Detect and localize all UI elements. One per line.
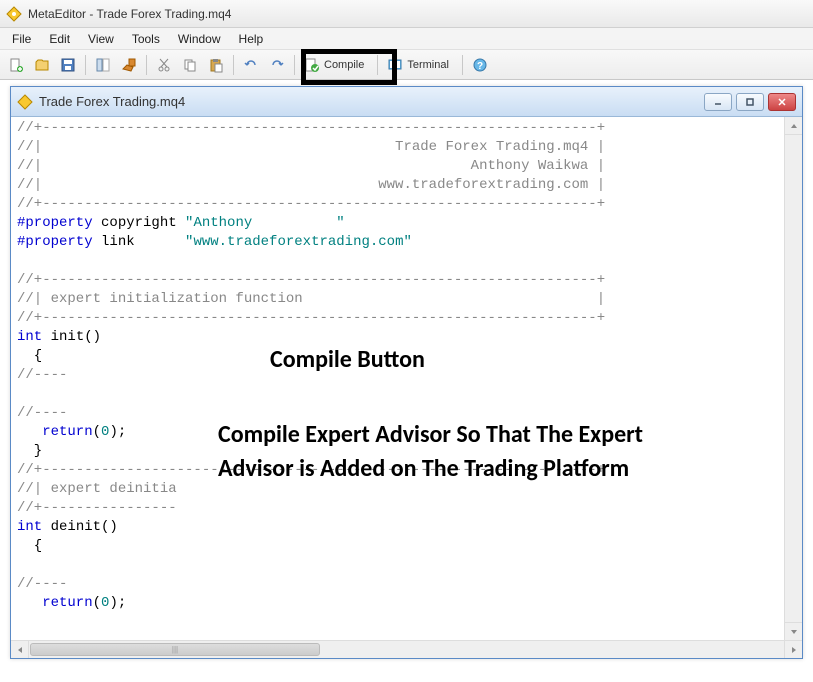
window-controls xyxy=(704,93,796,111)
toolbar-separator xyxy=(377,55,378,75)
menu-window[interactable]: Window xyxy=(170,30,229,48)
toolbox-button[interactable] xyxy=(117,53,141,77)
app-title-bar: MetaEditor - Trade Forex Trading.mq4 xyxy=(0,0,813,28)
help-button[interactable]: ? xyxy=(468,53,492,77)
toolbar-separator xyxy=(85,55,86,75)
menu-help[interactable]: Help xyxy=(231,30,272,48)
scroll-thumb[interactable]: ||| xyxy=(30,643,320,656)
scroll-right-arrow[interactable] xyxy=(784,641,802,658)
new-file-button[interactable] xyxy=(4,53,28,77)
terminal-button[interactable]: Terminal xyxy=(383,53,457,77)
vertical-scrollbar[interactable] xyxy=(784,117,802,640)
open-button[interactable] xyxy=(30,53,54,77)
toolbar-separator xyxy=(462,55,463,75)
editor-title-bar: Trade Forex Trading.mq4 xyxy=(11,87,802,117)
navigator-button[interactable] xyxy=(91,53,115,77)
toolbar-separator xyxy=(146,55,147,75)
app-title: MetaEditor - Trade Forex Trading.mq4 xyxy=(28,7,231,21)
compile-label: Compile xyxy=(324,59,364,71)
editor-title: Trade Forex Trading.mq4 xyxy=(39,94,698,109)
compile-button[interactable]: Compile xyxy=(300,53,372,77)
toolbar: Compile Terminal ? xyxy=(0,50,813,80)
undo-button[interactable] xyxy=(239,53,263,77)
menu-bar: File Edit View Tools Window Help xyxy=(0,28,813,50)
app-icon xyxy=(6,6,22,22)
paste-button[interactable] xyxy=(204,53,228,77)
redo-button[interactable] xyxy=(265,53,289,77)
scroll-down-arrow[interactable] xyxy=(785,622,802,640)
code-editor[interactable]: //+-------------------------------------… xyxy=(11,117,784,640)
editor-window: Trade Forex Trading.mq4 //+-------------… xyxy=(10,86,803,659)
svg-text:?: ? xyxy=(477,61,483,72)
menu-tools[interactable]: Tools xyxy=(124,30,168,48)
scroll-left-arrow[interactable] xyxy=(11,641,29,658)
toolbar-separator xyxy=(233,55,234,75)
maximize-button[interactable] xyxy=(736,93,764,111)
scroll-up-arrow[interactable] xyxy=(785,117,802,135)
save-button[interactable] xyxy=(56,53,80,77)
toolbar-separator xyxy=(294,55,295,75)
copy-button[interactable] xyxy=(178,53,202,77)
menu-edit[interactable]: Edit xyxy=(41,30,78,48)
file-icon xyxy=(17,94,33,110)
minimize-button[interactable] xyxy=(704,93,732,111)
close-button[interactable] xyxy=(768,93,796,111)
terminal-label: Terminal xyxy=(407,59,449,71)
menu-view[interactable]: View xyxy=(80,30,122,48)
menu-file[interactable]: File xyxy=(4,30,39,48)
cut-button[interactable] xyxy=(152,53,176,77)
horizontal-scrollbar[interactable]: ||| xyxy=(11,640,802,658)
